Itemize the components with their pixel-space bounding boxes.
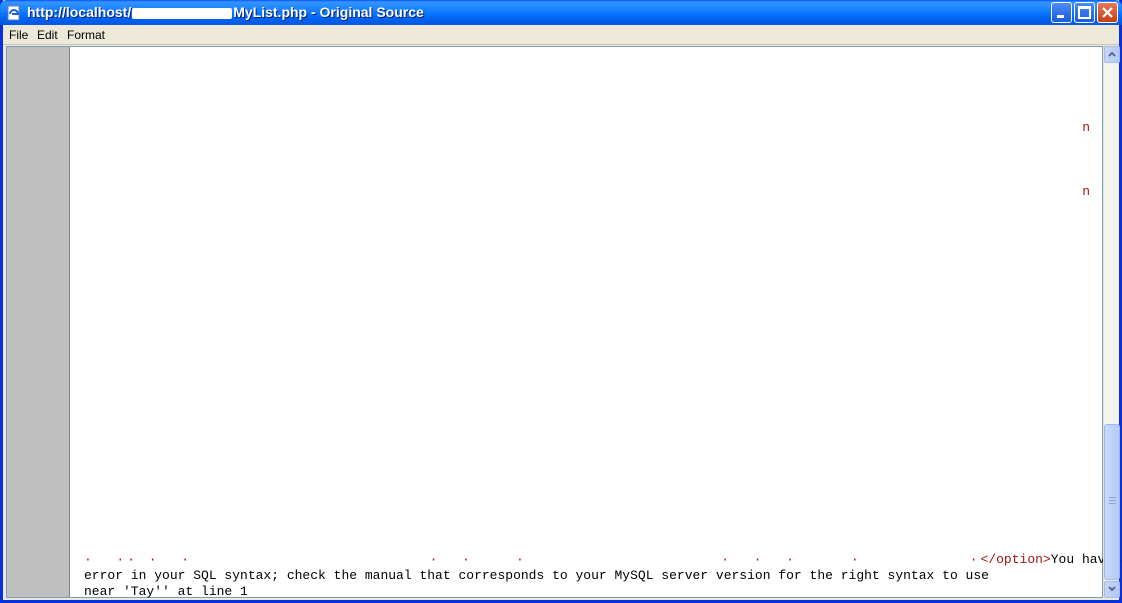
minimize-button[interactable] xyxy=(1051,2,1072,23)
ie-page-icon xyxy=(7,5,20,21)
option-close-tag: </option> xyxy=(980,552,1051,567)
scroll-down-button[interactable] xyxy=(1104,581,1120,598)
redacted-path xyxy=(132,7,233,19)
source-text-area[interactable]: n n · ·· · · · · · · · · · ·</option>You… xyxy=(6,46,1122,600)
maximize-button[interactable] xyxy=(1074,2,1095,23)
overflow-marker: n xyxy=(1082,184,1090,199)
menu-bar: File Edit Format xyxy=(3,25,1119,45)
thumb-grip xyxy=(1109,497,1116,498)
close-icon xyxy=(1102,7,1113,18)
minimize-icon xyxy=(1057,15,1064,18)
clipped-text-fragments: · ·· · · · · · · · · · · xyxy=(84,552,981,567)
close-button[interactable] xyxy=(1097,2,1118,23)
error-text-line2: error in your SQL syntax; check the manu… xyxy=(84,568,989,583)
maximize-icon xyxy=(1078,6,1091,19)
scroll-up-button[interactable] xyxy=(1104,46,1120,63)
title-prefix: http://localhost/ xyxy=(27,4,132,20)
vertical-scrollbar[interactable] xyxy=(1103,46,1120,598)
line-gutter xyxy=(7,47,70,597)
menu-edit[interactable]: Edit xyxy=(37,28,58,42)
chevron-down-icon xyxy=(1108,586,1116,592)
title-suffix: MyList.php - Original Source xyxy=(233,4,424,20)
menu-file[interactable]: File xyxy=(9,28,28,42)
source-window: http://localhost/MyList.php - Original S… xyxy=(0,0,1122,603)
menu-format[interactable]: Format xyxy=(67,28,105,42)
source-code: · ·· · · · · · · · · · ·</option>You hav… xyxy=(84,552,1122,600)
thumb-grip xyxy=(1109,503,1116,504)
thumb-grip xyxy=(1109,500,1116,501)
overflow-marker: n xyxy=(1082,120,1090,135)
title-bar[interactable]: http://localhost/MyList.php - Original S… xyxy=(0,0,1122,25)
error-text-line3: near 'Tay'' at line 1 xyxy=(84,584,248,599)
window-title: http://localhost/MyList.php - Original S… xyxy=(27,4,424,20)
chevron-up-icon xyxy=(1108,51,1116,57)
scroll-thumb[interactable] xyxy=(1104,424,1120,580)
